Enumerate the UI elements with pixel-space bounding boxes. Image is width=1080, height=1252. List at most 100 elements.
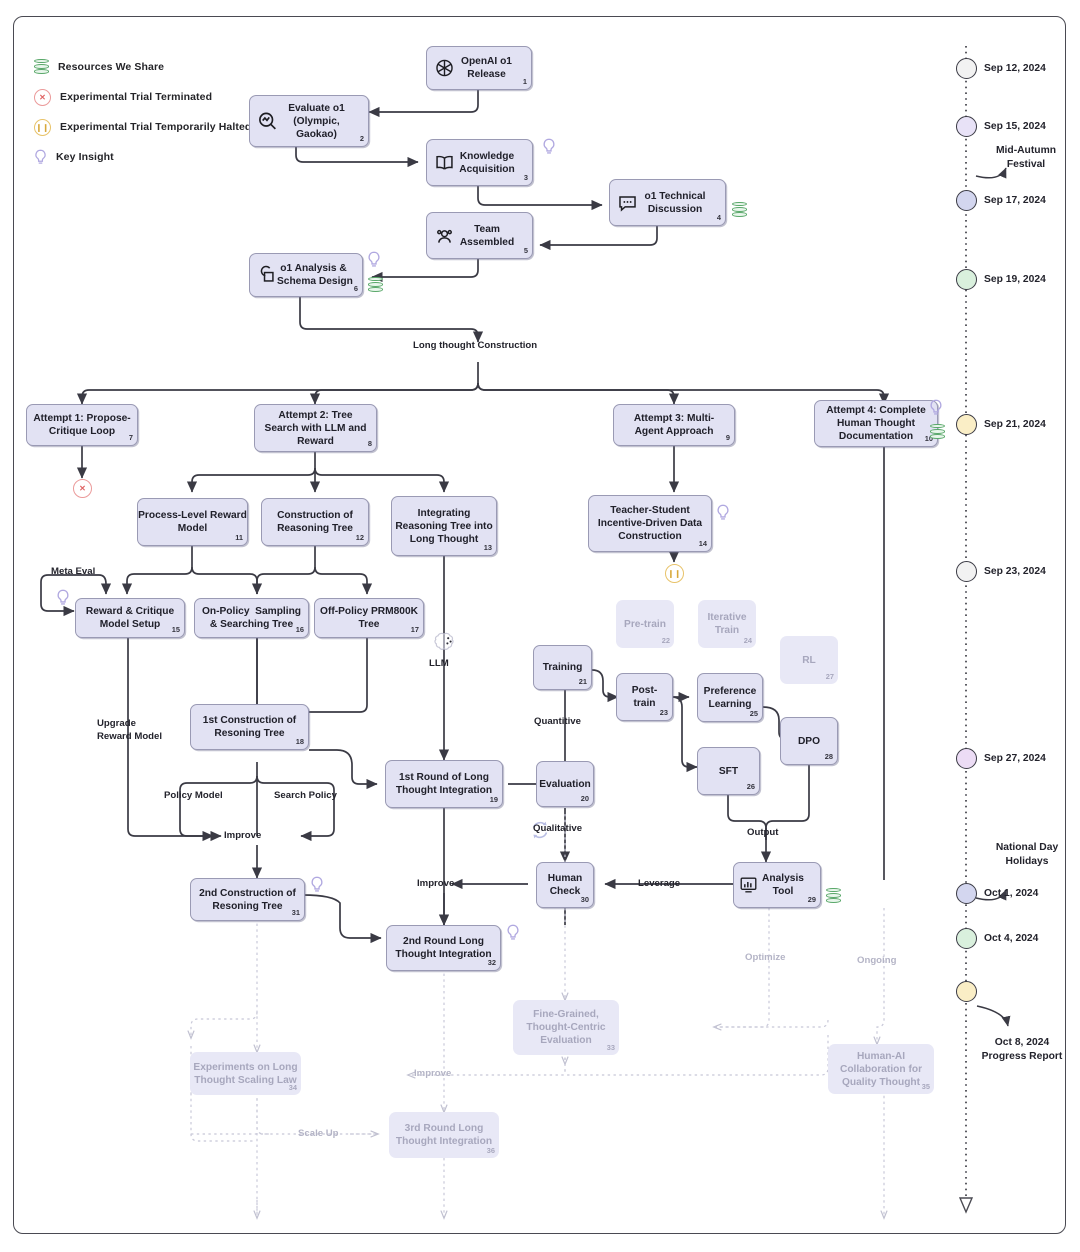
node-number: 9 [725,433,730,442]
node-construction-of-reasoning-tree[interactable]: Construction of Reasoning Tree 12 [261,498,369,546]
node-dpo[interactable]: DPO 28 [780,717,838,765]
node-off-policy-prm800k-tree[interactable]: Off-Policy PRM800K Tree 17 [314,598,424,638]
node-integrating-reasoning-tree[interactable]: Integrating Reasoning Tree into Long Tho… [391,496,497,556]
node-human-ai-collaboration[interactable]: Human-AI Collaboration for Quality Thoug… [828,1044,934,1094]
node-number: 16 [295,625,304,634]
node-on-policy-sampling[interactable]: On-Policy Sampling & Searching Tree 16 [194,598,309,638]
node-label: Preference Learning [703,685,757,710]
node-number: 23 [659,708,668,717]
timeline-dot-7[interactable] [956,883,977,904]
node-o1-analysis-schema-design[interactable]: o1 Analysis & Schema Design 6 [249,253,363,297]
node-number: 8 [367,439,372,448]
legend-item-halted: ❙❙ Experimental Trial Temporarily Halted [34,114,251,140]
pause-circle-icon: ❙❙ [34,118,51,136]
timeline-annotation-mid-autumn: Mid-Autumn Festival [995,145,1057,170]
node-number: 32 [487,958,496,967]
node-label: Fine-Grained, Thought-Centric Evaluation [526,1009,606,1046]
node-attempt-2[interactable]: Attempt 2: Tree Search with LLM and Rewa… [254,404,377,452]
node-number: 4 [716,213,721,222]
node-attempt-3[interactable]: Attempt 3: Multi- Agent Approach 9 [613,404,735,446]
node-post-train[interactable]: Post-train 23 [616,673,673,721]
node-label: 1st Round of Long Thought Integration [395,772,493,796]
node-label: Attempt 1: Propose- Critique Loop [33,413,131,437]
node-reward-critique-model-setup[interactable]: Reward & Critique Model Setup 15 [75,598,185,638]
timeline-dot-5[interactable] [956,561,977,582]
node-evaluate-o1[interactable]: Evaluate o1 (Olympic, Gaokao) 2 [249,95,369,147]
timeline-dot-8[interactable] [956,928,977,949]
edge-label-qualitative: Qualitative [533,823,583,834]
evaluate-icon [257,111,278,132]
legend-label: Experimental Trial Temporarily Halted [60,121,252,133]
node-label: On-Policy Sampling & Searching Tree [201,606,302,630]
node-sft[interactable]: SFT 26 [697,747,760,795]
timeline-dot-9[interactable] [956,981,977,1002]
timeline-label-4: Sep 21, 2024 [984,419,1046,430]
node-label: Off-Policy PRM800K Tree [320,606,418,630]
node-knowledge-acquisition[interactable]: Knowledge Acquisition 3 [426,139,533,186]
node-label: Training [542,662,583,673]
node-pre-train[interactable]: Pre-train 22 [616,600,674,648]
node-label: 3rd Round Long Thought Integration [395,1123,493,1147]
node-openai-o1-release[interactable]: OpenAI o1 Release 1 [426,46,532,90]
node-label: Evaluate o1 (Olympic, Gaokao) [288,102,345,140]
node-2nd-round-long-thought-integration[interactable]: 2nd Round Long Thought Integration 32 [386,925,501,971]
timeline-dot-1[interactable] [956,116,977,137]
node-number: 28 [824,752,833,761]
node-number: 15 [171,625,180,634]
resource-badge-node-6 [368,277,383,293]
node-attempt-4[interactable]: Attempt 4: Complete Human Thought Docume… [814,400,938,447]
node-number: 24 [743,636,752,645]
node-number: 30 [580,895,589,904]
node-number: 14 [698,539,707,548]
timeline-dot-4[interactable] [956,414,977,435]
node-label: Pre-train [624,618,666,630]
node-attempt-1[interactable]: Attempt 1: Propose- Critique Loop 7 [26,404,138,446]
node-rl[interactable]: RL 27 [780,636,838,684]
node-label: Reward & Critique Model Setup [85,606,175,630]
node-number: 19 [489,795,498,804]
node-training[interactable]: Training 21 [533,645,592,690]
resource-badge-node-10 [930,424,945,440]
node-experiments-scaling-law[interactable]: Experiments on Long Thought Scaling Law … [190,1052,301,1095]
node-evaluation[interactable]: Evaluation 20 [536,761,594,807]
insight-badge-node-6 [367,251,381,274]
node-1st-construction-reasoning-tree[interactable]: 1st Construction of Resoning Tree 18 [190,704,309,750]
node-label: o1 Analysis & Schema Design [277,263,353,287]
node-number: 29 [807,895,816,904]
node-teacher-student-data-construction[interactable]: Teacher-Student Incentive-Driven Data Co… [588,495,712,552]
node-fine-grained-evaluation[interactable]: Fine-Grained, Thought-Centric Evaluation… [513,1000,619,1055]
node-3rd-round-long-thought-integration[interactable]: 3rd Round Long Thought Integration 36 [389,1112,499,1158]
insight-badge-node-14 [716,504,730,527]
node-label: 1st Construction of Resoning Tree [202,715,297,739]
legend-item-insight: Key Insight [34,144,251,170]
book-icon [434,152,455,173]
node-label: Human Check [547,873,583,897]
llm-brain-icon [431,630,457,656]
node-label: Process-Level Reward Model [138,510,247,534]
insight-badge-node-31 [310,876,324,899]
timeline-dot-6[interactable] [956,748,977,769]
timeline-dot-0[interactable] [956,58,977,79]
node-analysis-tool[interactable]: Analysis Tool 29 [733,862,821,908]
node-number: 26 [746,782,755,791]
node-number: 36 [486,1146,495,1155]
timeline-dot-3[interactable] [956,269,977,290]
node-label: Iterative Train [707,612,747,636]
node-process-level-reward-model[interactable]: Process-Level Reward Model 11 [137,498,248,546]
node-o1-technical-discussion[interactable]: o1 Technical Discussion 4 [609,179,726,226]
legend-item-terminated: ✕ Experimental Trial Terminated [34,84,251,110]
node-1st-round-long-thought-integration[interactable]: 1st Round of Long Thought Integration 19 [385,760,503,808]
node-preference-learning[interactable]: Preference Learning 25 [697,673,763,722]
node-label: RL [802,654,816,666]
node-number: 7 [128,433,133,442]
node-iterative-train[interactable]: Iterative Train 24 [698,600,756,648]
edge-label-improve-1: Improve [224,830,262,841]
timeline-dot-2[interactable] [956,190,977,211]
terminated-marker-attempt-1: ✕ [73,479,92,498]
edge-label-scale-up: Scale Up [298,1128,339,1139]
node-team-assembled[interactable]: Team Assembled 5 [426,212,533,259]
timeline-label-0: Sep 12, 2024 [984,63,1046,74]
node-2nd-construction-reasoning-tree[interactable]: 2nd Construction of Resoning Tree 31 [190,878,305,921]
openai-logo-icon [434,58,455,79]
node-human-check[interactable]: Human Check 30 [536,862,594,908]
